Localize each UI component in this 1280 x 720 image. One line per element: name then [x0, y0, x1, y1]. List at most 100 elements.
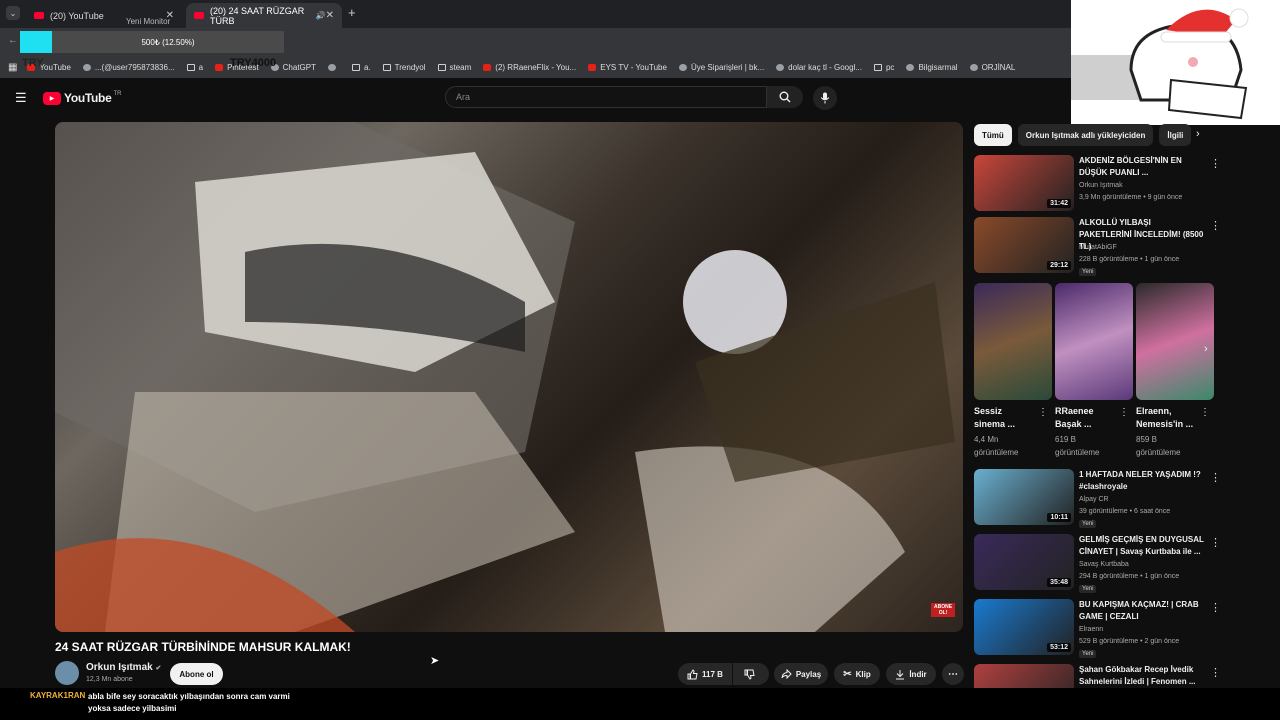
close-icon[interactable]: ✕: [326, 10, 334, 21]
chip-related[interactable]: İlgili: [1159, 124, 1192, 146]
scissors-icon: ✂: [843, 668, 852, 680]
download-button[interactable]: İndir: [886, 663, 936, 685]
recommendation-channel[interactable]: Alpay CR: [1079, 496, 1109, 503]
short-title[interactable]: RRaenee Başak ...: [1055, 405, 1115, 431]
new-tab-icon[interactable]: +: [348, 5, 356, 20]
recommendation-item[interactable]: 53:12 BU KAPIŞMA KAÇMAZ! | CRAB GAME | CE…: [974, 599, 1224, 661]
video-player[interactable]: ABONE OL!: [55, 122, 963, 632]
new-badge: Yeni: [1079, 268, 1097, 276]
short-views: 4,4 Mn görüntüleme: [974, 435, 1019, 457]
recommendation-item[interactable]: 31:42 AKDENİZ BÖLGESİ'NİN EN DÜŞÜK PUANLI…: [974, 155, 1224, 217]
video-thumbnail[interactable]: [974, 664, 1074, 688]
clip-button[interactable]: ✂ Klip: [834, 663, 880, 685]
short-thumbnail[interactable]: [1136, 283, 1214, 400]
channel-avatar[interactable]: [55, 661, 79, 685]
recommendation-item[interactable]: 35:48 GELMİŞ GEÇMİŞ EN DUYGUSAL CİNAYET |…: [974, 534, 1224, 596]
recommendation-title[interactable]: BU KAPIŞMA KAÇMAZ! | CRAB GAME | CEZALI: [1079, 599, 1204, 623]
recommendation-meta: 39 görüntüleme • 6 saat önce: [1079, 508, 1171, 515]
channel-name[interactable]: Orkun Işıtmak ✔: [86, 662, 161, 673]
recommendation-title[interactable]: AKDENİZ BÖLGESİ'NİN EN DÜŞÜK PUANLI ...: [1079, 155, 1204, 179]
share-button[interactable]: Paylaş: [774, 663, 828, 685]
bookmark-item[interactable]: EYS TV - YouTube: [588, 63, 667, 72]
bookmark-item[interactable]: [328, 63, 340, 72]
recommendation-channel[interactable]: Savaş Kurtbaba: [1079, 561, 1129, 568]
search-icon: [779, 91, 791, 103]
subscribe-button[interactable]: Abone ol: [170, 663, 223, 685]
mouse-cursor-icon: ➤: [430, 655, 440, 667]
bookmark-item[interactable]: a: [186, 62, 204, 72]
video-thumbnail[interactable]: 10:11: [974, 469, 1074, 525]
more-vertical-icon[interactable]: ⋮: [1200, 407, 1210, 418]
recommendation-title[interactable]: GELMİŞ GEÇMİŞ EN DUYGUSAL CİNAYET | Sava…: [1079, 534, 1204, 558]
more-vertical-icon[interactable]: ⋮: [1210, 666, 1221, 679]
more-vertical-icon[interactable]: ⋮: [1210, 536, 1221, 549]
like-button[interactable]: 117 B: [678, 663, 732, 685]
chip-all[interactable]: Tümü: [974, 124, 1012, 146]
bookmark-item[interactable]: Üye Siparişleri | bk...: [678, 63, 764, 72]
tab-list-icon[interactable]: ⌄: [6, 6, 20, 20]
recommendation-item[interactable]: 29:12 ALKOLLÜ YILBAŞI PAKETLERİNİ İNCELED…: [974, 217, 1224, 279]
recommendation-channel[interactable]: MuratAbiGF: [1079, 244, 1117, 251]
dislike-button[interactable]: [733, 663, 769, 685]
recommendation-title[interactable]: 1 HAFTADA NELER YAŞADIM !? #clashroyale: [1079, 469, 1204, 493]
more-vertical-icon[interactable]: ⋮: [1210, 601, 1221, 614]
recommendation-meta: 529 B görüntüleme • 2 gün önce: [1079, 638, 1180, 645]
chip-from-uploader[interactable]: Orkun Işıtmak adlı yükleyiciden: [1017, 124, 1154, 146]
tab-video[interactable]: (20) 24 SAAT RÜZGAR TÜRB 🔊 ✕: [186, 3, 342, 28]
youtube-logo[interactable]: ▶ YouTube TR: [43, 91, 121, 105]
bookmark-item[interactable]: pc: [873, 63, 894, 72]
folder-icon: [186, 63, 195, 71]
menu-hamburger-icon[interactable]: ☰: [15, 90, 27, 106]
bookmark-item[interactable]: ChatGPT: [270, 63, 316, 72]
short-thumbnail[interactable]: [1055, 283, 1133, 400]
recommendation-channel[interactable]: Orkun Işıtmak: [1079, 182, 1123, 189]
search-placeholder: Ara: [456, 92, 471, 102]
more-vertical-icon[interactable]: ⋮: [1119, 407, 1129, 418]
bookmark-item[interactable]: Trendyol: [382, 63, 426, 72]
bookmark-label: a: [198, 62, 204, 72]
recommendation-title[interactable]: Şahan Gökbakar Recep İvedik Sahnelerini …: [1079, 664, 1204, 688]
site-icon: [969, 63, 978, 71]
more-vertical-icon[interactable]: ⋮: [1210, 157, 1221, 170]
back-icon[interactable]: ←: [8, 35, 18, 46]
more-actions-button[interactable]: ⋯: [942, 663, 964, 685]
bookmark-item[interactable]: Bilgisarmal: [906, 63, 958, 72]
youtube-icon: [34, 12, 44, 19]
thumbs-up-icon: [687, 668, 698, 679]
recommendation-item[interactable]: 10:11 1 HAFTADA NELER YAŞADIM !? #clashro…: [974, 469, 1224, 531]
voice-search-button[interactable]: [813, 86, 837, 110]
youtube-icon: [588, 63, 597, 71]
search-input[interactable]: Ara: [445, 86, 767, 108]
search-button[interactable]: [767, 86, 803, 108]
video-thumbnail[interactable]: 29:12: [974, 217, 1074, 273]
donation-goal-bar: 500₺ (12.50%): [52, 31, 284, 53]
chevron-right-icon[interactable]: ›: [1196, 128, 1200, 140]
video-thumbnail[interactable]: 31:42: [974, 155, 1074, 211]
recommendation-channel[interactable]: Elraenn: [1079, 626, 1103, 633]
bookmark-item[interactable]: steam: [437, 63, 471, 72]
short-title[interactable]: Elraenn, Nemesis'in ...: [1136, 405, 1196, 431]
speaker-icon[interactable]: 🔊: [316, 11, 326, 20]
subscribe-watermark[interactable]: ABONE OL!: [931, 603, 955, 617]
video-thumbnail[interactable]: 53:12: [974, 599, 1074, 655]
recommendation-item[interactable]: Şahan Gökbakar Recep İvedik Sahnelerini …: [974, 664, 1224, 688]
tiktok-icon: [82, 63, 91, 71]
bookmark-label: dolar kaç tl - Googl...: [788, 62, 862, 72]
bookmark-item[interactable]: ...(@user795873836...: [82, 63, 175, 72]
thumbs-down-icon: [744, 669, 755, 680]
bookmark-item[interactable]: a.: [352, 63, 371, 72]
bookmark-item[interactable]: (2) RRaeneFlix - You...: [483, 63, 576, 72]
shorts-next-icon[interactable]: ›: [1204, 343, 1208, 355]
bookmark-label: YouTube: [39, 62, 71, 72]
bookmark-item[interactable]: ORJİNAL: [969, 63, 1015, 72]
bookmark-item[interactable]: dolar kaç tl - Googl...: [776, 63, 862, 72]
more-vertical-icon[interactable]: ⋮: [1038, 407, 1048, 418]
more-vertical-icon[interactable]: ⋮: [1210, 471, 1221, 484]
more-vertical-icon[interactable]: ⋮: [1210, 219, 1221, 232]
video-thumbnail[interactable]: 35:48: [974, 534, 1074, 590]
short-title[interactable]: Sessiz sinema ...: [974, 405, 1034, 431]
video-frame: [55, 122, 955, 632]
apps-grid-icon[interactable]: ▦: [8, 62, 17, 73]
tab-label: (20) 24 SAAT RÜZGAR TÜRB: [210, 5, 305, 26]
short-thumbnail[interactable]: [974, 283, 1052, 400]
